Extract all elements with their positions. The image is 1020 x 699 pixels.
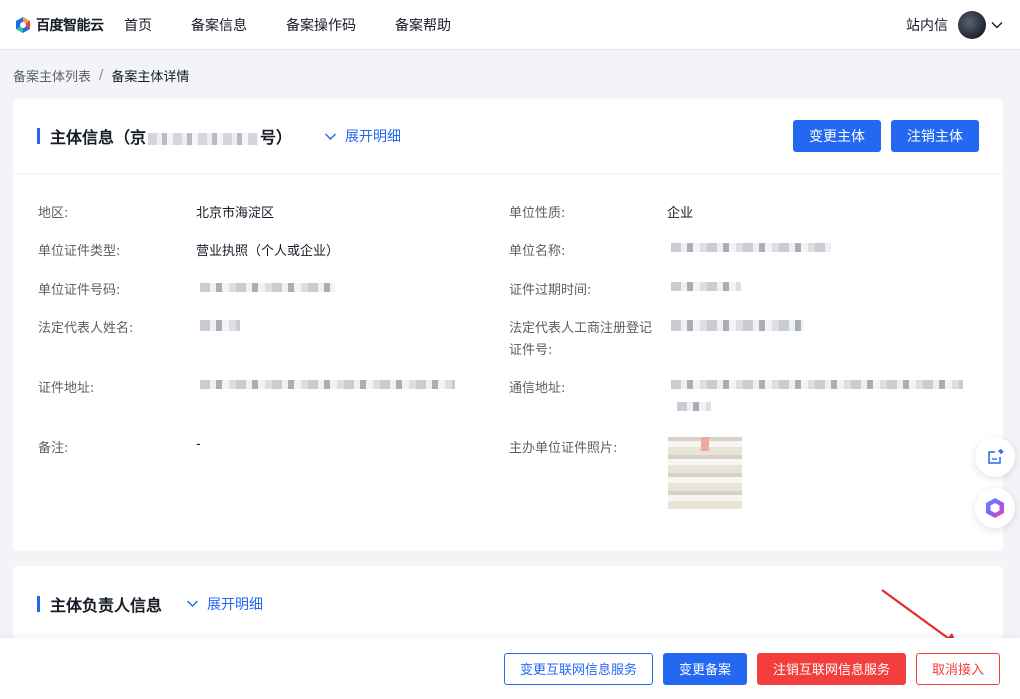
cert-number-label: 单位证件号码: <box>38 283 121 298</box>
chevron-down-icon[interactable] <box>990 18 1004 32</box>
message-center-link[interactable]: 站内信 <box>906 15 948 35</box>
brand-name: 百度智能云 <box>36 17 104 34</box>
breadcrumb: 备案主体列表 / 备案主体详情 <box>13 66 189 85</box>
cancel-access-button[interactable]: 取消接入 <box>915 652 1000 685</box>
redacted-record-number <box>148 132 259 145</box>
unit-nature-value: 企业 <box>667 206 694 221</box>
ai-assistant-icon <box>986 498 1004 518</box>
legal-reg-label-line2: 证件号: <box>509 343 553 358</box>
change-internet-service-button[interactable]: 变更互联网信息服务 <box>503 652 653 685</box>
subject-info-card: 主体信息（京 号） 展开明细 变更主体 注销主体 地区: 北京市海淀区 单位证件类… <box>13 99 1003 551</box>
subject-title-prefix: 主体信息（京 <box>50 128 147 147</box>
breadcrumb-subject-list[interactable]: 备案主体列表 <box>13 66 91 85</box>
remark-value: - <box>196 437 201 452</box>
top-nav-bar: 百度智能云 首页 备案信息 备案操作码 备案帮助 站内信 <box>0 0 1020 50</box>
legal-rep-label: 法定代表人姓名: <box>38 321 134 336</box>
redacted-cert-number <box>200 283 335 292</box>
nav-item-home[interactable]: 首页 <box>124 15 152 35</box>
avatar[interactable] <box>958 10 986 39</box>
subject-expand-details[interactable]: 展开明细 <box>324 126 401 146</box>
cancel-internet-service-button[interactable]: 注销互联网信息服务 <box>756 652 906 685</box>
remark-label: 备注: <box>38 441 69 456</box>
assistant-button[interactable] <box>975 488 1015 528</box>
cert-address-label: 证件地址: <box>38 381 95 396</box>
redacted-mail-address-line2 <box>677 402 711 411</box>
redacted-cert-expiry <box>671 282 741 291</box>
cert-expiry-label: 证件过期时间: <box>509 283 592 298</box>
cert-type-value: 营业执照（个人或企业） <box>196 244 340 259</box>
chevron-down-icon <box>187 600 199 607</box>
nav-item-record-help[interactable]: 备案帮助 <box>395 15 451 35</box>
license-photo-thumbnail[interactable] <box>668 437 742 509</box>
change-subject-button[interactable]: 变更主体 <box>793 120 881 152</box>
owner-info-header: 主体负责人信息 展开明细 <box>13 566 1003 641</box>
unit-nature-label: 单位性质: <box>509 206 566 221</box>
owner-info-card: 主体负责人信息 展开明细 <box>13 566 1003 646</box>
bottom-action-bar: 变更互联网信息服务 变更备案 注销互联网信息服务 取消接入 <box>0 638 1020 699</box>
mail-address-label: 通信地址: <box>509 381 566 396</box>
redacted-mail-address-line1 <box>671 380 963 389</box>
chevron-down-icon <box>325 133 337 140</box>
subject-info-title: 主体信息（京 号） <box>50 124 292 148</box>
brand-logo[interactable]: 百度智能云 <box>14 15 114 35</box>
redacted-legal-reg-number <box>671 320 804 331</box>
region-label: 地区: <box>38 206 69 221</box>
feedback-button[interactable] <box>975 437 1015 477</box>
nav-item-record-info[interactable]: 备案信息 <box>191 15 247 35</box>
owner-expand-details[interactable]: 展开明细 <box>186 594 263 614</box>
main-nav: 首页 备案信息 备案操作码 备案帮助 <box>124 15 490 35</box>
redacted-cert-address <box>200 380 455 389</box>
nav-item-record-code[interactable]: 备案操作码 <box>286 15 356 35</box>
expand-details-label: 展开明细 <box>207 596 264 613</box>
redacted-legal-rep-name <box>200 320 240 331</box>
redacted-unit-name <box>671 243 831 252</box>
license-photo-label: 主办单位证件照片: <box>509 441 618 456</box>
baidu-cloud-logo-icon <box>16 16 30 33</box>
cancel-subject-button[interactable]: 注销主体 <box>891 120 979 152</box>
unit-name-label: 单位名称: <box>509 244 566 259</box>
breadcrumb-subject-detail: 备案主体详情 <box>111 70 190 85</box>
subject-info-header: 主体信息（京 号） 展开明细 变更主体 注销主体 <box>13 99 1003 174</box>
user-area: 站内信 <box>906 10 1004 39</box>
owner-info-title: 主体负责人信息 <box>50 595 163 615</box>
cert-type-label: 单位证件类型: <box>38 244 121 259</box>
subject-title-suffix: 号） <box>260 128 293 147</box>
change-record-button[interactable]: 变更备案 <box>662 652 747 685</box>
section-accent-bar <box>37 128 40 144</box>
region-value: 北京市海淀区 <box>196 206 275 221</box>
breadcrumb-separator: / <box>99 68 104 83</box>
expand-details-label: 展开明细 <box>345 129 402 145</box>
section-accent-bar <box>37 595 40 612</box>
subject-actions: 变更主体 注销主体 <box>783 120 979 152</box>
legal-reg-label-line1: 法定代表人工商注册登记 <box>509 321 653 336</box>
feedback-edit-icon <box>988 449 1004 464</box>
